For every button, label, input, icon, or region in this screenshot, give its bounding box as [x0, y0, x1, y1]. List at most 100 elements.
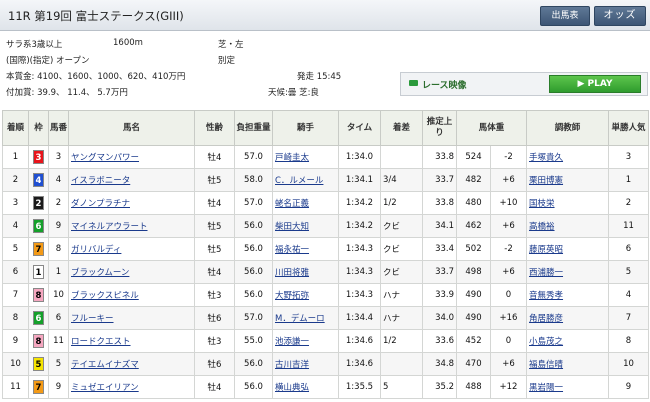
jockey-link[interactable]: 池添謙一	[275, 337, 309, 347]
waku-badge: 6	[33, 311, 44, 325]
trainer-link[interactable]: 手塚貴久	[529, 153, 563, 163]
cell-last3f: 34.0	[422, 306, 457, 330]
trainer-link[interactable]: 黒岩陽一	[529, 383, 563, 393]
jockey-link[interactable]: 戸崎圭太	[275, 153, 309, 163]
trainer-link[interactable]: 国枝栄	[529, 199, 555, 209]
cell-pop: 8	[608, 329, 650, 353]
horse-name-link[interactable]: ロードクエスト	[71, 337, 131, 347]
cell-margin: 1/2	[380, 191, 423, 215]
cell-jockey: 池添謙一	[272, 329, 339, 353]
cell-umaban: 8	[48, 237, 69, 261]
shutuba-button[interactable]: 出馬表	[540, 6, 590, 26]
cell-time: 1:34.0	[338, 145, 381, 169]
cell-body: 462	[456, 214, 491, 238]
cell-body: 502	[456, 237, 491, 261]
cell-last3f: 35.2	[422, 375, 457, 399]
cell-weight: 56.0	[234, 260, 273, 284]
trainer-link[interactable]: 福島信晴	[529, 360, 563, 370]
column-header-jockey: 騎手	[272, 110, 339, 146]
cell-pop: 10	[608, 352, 650, 376]
column-header-umaban: 馬番	[48, 110, 69, 146]
race-condition: サラ系3歳以上	[6, 40, 63, 50]
horse-name-link[interactable]: ブラックスピネル	[71, 291, 139, 301]
cell-umaban: 9	[48, 375, 69, 399]
trainer-link[interactable]: 高橋裕	[529, 222, 555, 232]
cell-sex-age: 牡5	[194, 168, 235, 192]
jockey-link[interactable]: 川田将雅	[275, 268, 309, 278]
cell-umaban: 11	[48, 329, 69, 353]
cell-body: 524	[456, 145, 491, 169]
cell-trainer: 西浦勝一	[526, 260, 610, 284]
race-distance: 1600m	[113, 38, 143, 48]
trainer-link[interactable]: 藤原英昭	[529, 245, 563, 255]
cell-sex-age: 牡4	[194, 260, 235, 284]
horse-name-link[interactable]: マイネルアウラート	[71, 222, 148, 232]
cell-weight: 56.0	[234, 283, 273, 307]
table-row: 5 7 8 ガリバルディ 牡5 56.0 福永祐一 1:34.3 クビ 33.4 502 -2 藤原英昭…	[2, 237, 650, 261]
cell-pop: 4	[608, 283, 650, 307]
jockey-link[interactable]: C．ルメール	[275, 176, 323, 186]
trainer-link[interactable]: 小島茂之	[529, 337, 563, 347]
jockey-link[interactable]: 蛯名正義	[275, 199, 309, 209]
cell-horse: ブラックムーン	[68, 260, 195, 284]
horse-name-link[interactable]: ヤングマンパワー	[71, 153, 139, 163]
odds-button[interactable]: オッズ	[594, 6, 646, 26]
cell-jockey: 戸崎圭太	[272, 145, 339, 169]
cell-time: 1:34.3	[338, 260, 381, 284]
jockey-link[interactable]: 古川吉洋	[275, 360, 309, 370]
cell-rank: 4	[2, 214, 29, 238]
cell-rank: 6	[2, 260, 29, 284]
cell-body: 470	[456, 352, 491, 376]
cell-waku: 5	[28, 352, 49, 376]
trainer-link[interactable]: 西浦勝一	[529, 268, 563, 278]
column-header-trainer: 調教師	[526, 110, 610, 146]
horse-name-link[interactable]: フルーキー	[71, 314, 114, 324]
cell-waku: 4	[28, 168, 49, 192]
waku-badge: 4	[33, 173, 44, 187]
cell-horse: ダノンプラチナ	[68, 191, 195, 215]
cell-sex-age: 牡3	[194, 283, 235, 307]
jockey-link[interactable]: 福永祐一	[275, 245, 309, 255]
cell-body: 482	[456, 168, 491, 192]
jockey-link[interactable]: 大野拓弥	[275, 291, 309, 301]
cell-weight: 56.0	[234, 375, 273, 399]
horse-name-link[interactable]: ブラックムーン	[71, 268, 129, 278]
cell-jockey: C．ルメール	[272, 168, 339, 192]
cell-pop: 1	[608, 168, 650, 192]
horse-name-link[interactable]: ミュゼエイリアン	[71, 383, 139, 393]
cell-waku: 7	[28, 237, 49, 261]
cell-time: 1:34.3	[338, 237, 381, 261]
waku-badge: 8	[33, 288, 44, 302]
cell-time: 1:34.6	[338, 329, 381, 353]
cell-time: 1:34.2	[338, 214, 381, 238]
cell-margin: クビ	[380, 260, 423, 284]
cell-time: 1:34.1	[338, 168, 381, 192]
horse-name-link[interactable]: ガリバルディ	[71, 245, 121, 255]
cell-horse: ブラックスピネル	[68, 283, 195, 307]
results-table: 着順枠馬番 馬名 性齢 負担重量 騎手 タイム 着差 推定上り 馬体重 調教師 単勝人気 1 3 3 ヤン…	[2, 110, 650, 399]
cell-time: 1:34.3	[338, 283, 381, 307]
cell-margin: 3/4	[380, 168, 423, 192]
cell-umaban: 2	[48, 191, 69, 215]
cell-weight: 57.0	[234, 191, 273, 215]
horse-name-link[interactable]: テイエムイナズマ	[71, 360, 139, 370]
jockey-link[interactable]: M．デムーロ	[275, 314, 325, 324]
cell-waku: 1	[28, 260, 49, 284]
waku-badge: 8	[33, 334, 44, 348]
cell-pop: 9	[608, 375, 650, 399]
cell-rank: 1	[2, 145, 29, 169]
trainer-link[interactable]: 栗田博憲	[529, 176, 563, 186]
results-body: 1 3 3 ヤングマンパワー 牡4 57.0 戸崎圭太 1:34.0 33.8 524 -2 手塚貴久…	[2, 145, 650, 399]
prize-money: 本賞金: 4100、1600、1000、620、410万円	[6, 72, 186, 82]
cell-waku: 2	[28, 191, 49, 215]
cell-pop: 6	[608, 237, 650, 261]
cell-last3f: 33.7	[422, 260, 457, 284]
play-button[interactable]: ▶ PLAY	[549, 75, 641, 93]
cell-sex-age: 牡6	[194, 306, 235, 330]
trainer-link[interactable]: 角居勝彦	[529, 314, 563, 324]
jockey-link[interactable]: 横山典弘	[275, 383, 309, 393]
trainer-link[interactable]: 音無秀孝	[529, 291, 563, 301]
horse-name-link[interactable]: ダノンプラチナ	[71, 199, 130, 209]
jockey-link[interactable]: 柴田大知	[275, 222, 309, 232]
horse-name-link[interactable]: イスラボニータ	[71, 176, 130, 186]
